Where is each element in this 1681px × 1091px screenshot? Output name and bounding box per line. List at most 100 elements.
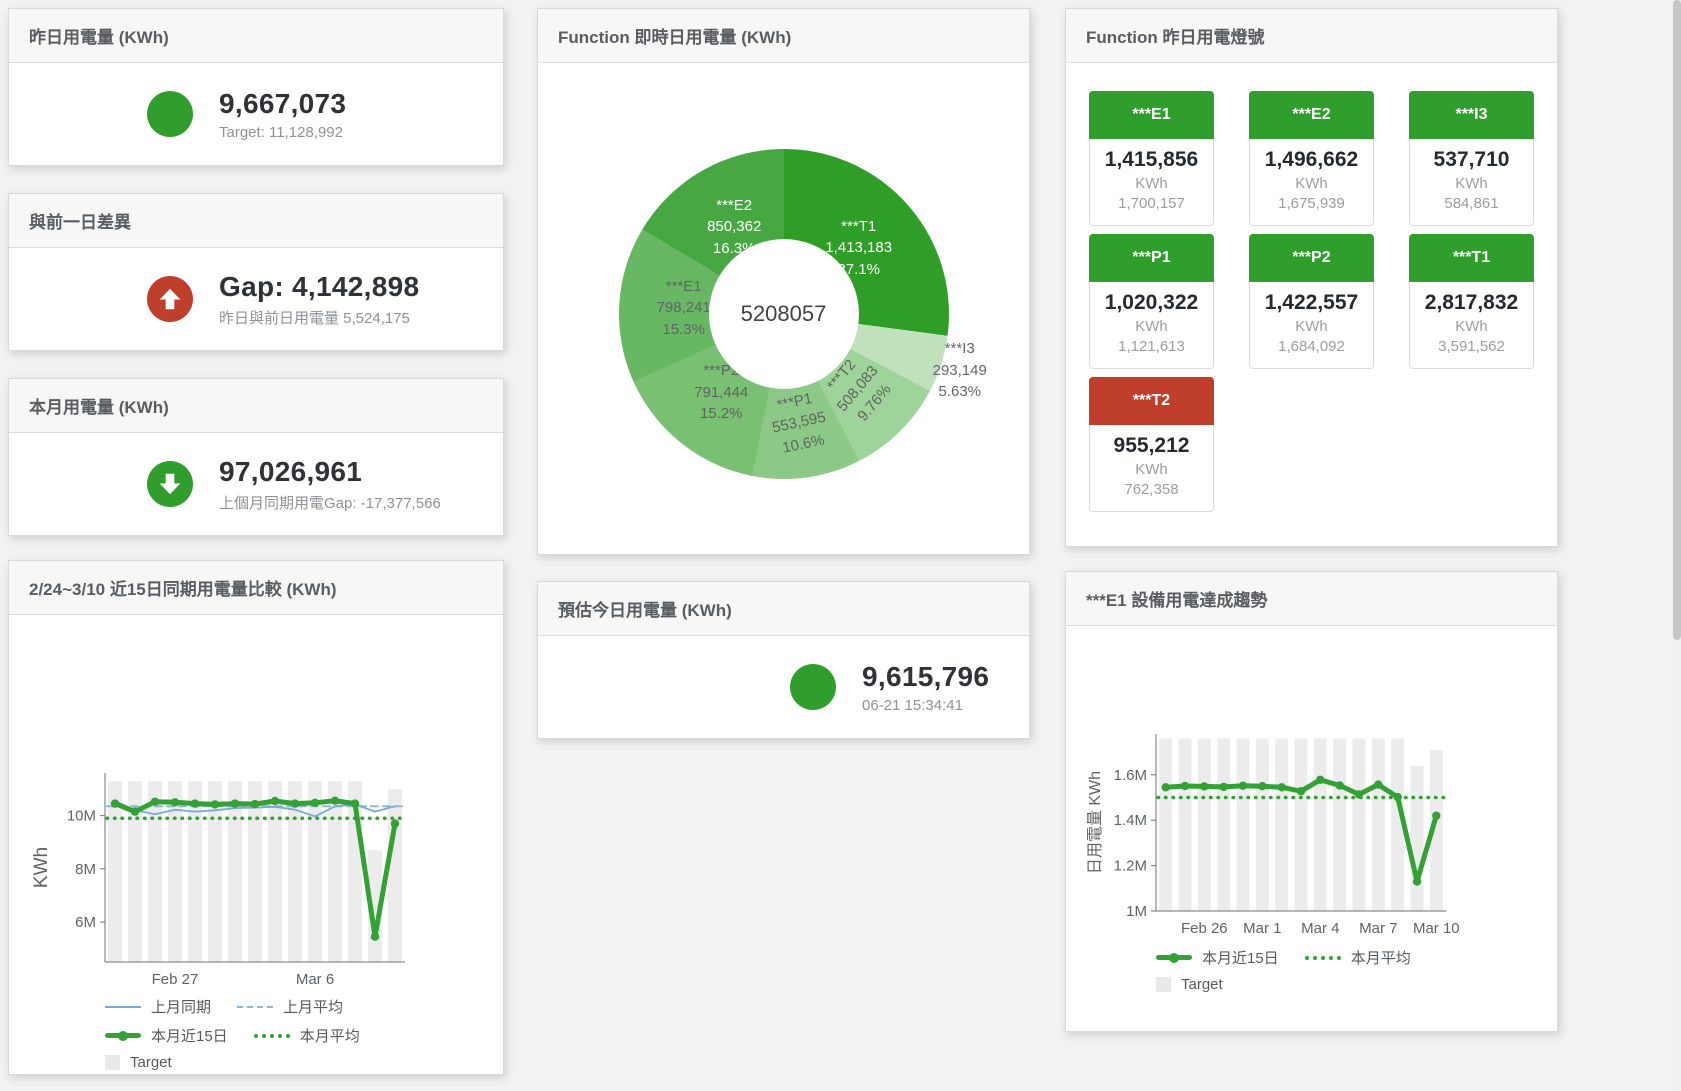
gap-value: Gap: 4,142,898 xyxy=(219,271,419,303)
arrow-down-icon xyxy=(147,461,193,507)
svg-text:Mar 7: Mar 7 xyxy=(1359,920,1397,937)
legend-item[interactable]: 上月同期 xyxy=(105,996,211,1017)
svg-text:Mar 1: Mar 1 xyxy=(1243,920,1281,937)
light-tile-body: 1,020,322KWh1,121,613 xyxy=(1089,282,1214,369)
legend-square-swatch-icon xyxy=(105,1055,120,1070)
estimate-stat: 9,615,796 06-21 15:34:41 xyxy=(538,636,1029,738)
panel-estimate-header[interactable]: 預估今日用電量 (KWh) xyxy=(538,582,1029,636)
lights-grid: ***E11,415,856KWh1,700,157 ***E21,496,662… xyxy=(1066,63,1557,512)
light-tile: ***I3537,710KWh584,861 xyxy=(1409,91,1534,226)
light-tile-header: ***P2 xyxy=(1249,234,1374,282)
panel-title: 本月用電量 (KWh) xyxy=(29,393,169,418)
e1-trend-chart-legend: 本月近15日 本月平均 Target xyxy=(1156,947,1557,993)
panel-title: Function 昨日用電燈號 xyxy=(1086,23,1264,48)
light-tile-header: ***E1 xyxy=(1089,91,1214,139)
light-tile: ***E21,496,662KWh1,675,939 xyxy=(1249,91,1374,226)
arrow-up-icon xyxy=(147,276,193,322)
dashboard: 昨日用電量 (KWh) 9,667,073 Target: 11,128,992… xyxy=(0,0,1681,1091)
svg-text:日用電量 KWh: 日用電量 KWh xyxy=(1087,771,1104,874)
light-tile-header: ***E2 xyxy=(1249,91,1374,139)
light-tile-body: 537,710KWh584,861 xyxy=(1409,139,1534,226)
svg-text:1.4M: 1.4M xyxy=(1114,812,1147,829)
compare-chart-svg: 6M8M10MFeb 27Mar 6KWh xyxy=(9,615,483,987)
scrollbar-track[interactable] xyxy=(1673,0,1681,1091)
light-tile-body: 1,496,662KWh1,675,939 xyxy=(1249,139,1374,226)
svg-text:1.6M: 1.6M xyxy=(1114,767,1147,784)
panel-title: 昨日用電量 (KWh) xyxy=(29,23,169,48)
svg-text:Feb 26: Feb 26 xyxy=(1181,920,1228,937)
panel-e1-trend-header[interactable]: ***E1 設備用電達成趨勢 xyxy=(1066,572,1557,626)
legend-dotted-swatch-icon xyxy=(1305,956,1341,960)
estimate-value: 9,615,796 xyxy=(862,661,989,693)
panel-prev-day-header[interactable]: 與前一日差異 xyxy=(9,194,503,248)
light-tile: ***P11,020,322KWh1,121,613 xyxy=(1089,234,1214,369)
e1-trend-chart-area: 1M1.2M1.4M1.6MFeb 26Mar 1Mar 4Mar 7Mar 1… xyxy=(1066,626,1557,993)
panel-title: 與前一日差異 xyxy=(29,208,131,233)
light-tile: ***E11,415,856KWh1,700,157 xyxy=(1089,91,1214,226)
stat-text: Gap: 4,142,898 昨日與前日用電量 5,524,175 xyxy=(219,271,419,328)
svg-text:6M: 6M xyxy=(75,914,96,931)
svg-text:8M: 8M xyxy=(75,861,96,878)
panel-donut-header[interactable]: Function 即時日用電量 (KWh) xyxy=(538,9,1029,63)
legend-item[interactable]: 本月平均 xyxy=(254,1025,360,1046)
panel-title: Function 即時日用電量 (KWh) xyxy=(558,23,791,48)
panel-yesterday-lights: Function 昨日用電燈號 ***E11,415,856KWh1,700,1… xyxy=(1065,8,1558,547)
compare-chart-area: 6M8M10MFeb 27Mar 6KWh 上月同期上月平均本月近15日本月平均… xyxy=(9,615,503,1071)
donut-center: 5208057 xyxy=(709,239,859,389)
panel-month-header[interactable]: 本月用電量 (KWh) xyxy=(9,379,503,433)
panel-lights-header[interactable]: Function 昨日用電燈號 xyxy=(1066,9,1557,63)
panel-title: 2/24~3/10 近15日同期用電量比較 (KWh) xyxy=(29,575,337,600)
svg-text:1M: 1M xyxy=(1126,903,1147,920)
light-tile-body: 955,212KWh762,358 xyxy=(1089,425,1214,512)
legend-dashed-swatch-icon xyxy=(237,1006,273,1008)
panel-compare-header[interactable]: 2/24~3/10 近15日同期用電量比較 (KWh) xyxy=(9,561,503,615)
gap-sub: 昨日與前日用電量 5,524,175 xyxy=(219,307,419,328)
svg-text:Mar 6: Mar 6 xyxy=(296,971,334,987)
light-tile-body: 2,817,832KWh3,591,562 xyxy=(1409,282,1534,369)
light-tile-body: 1,422,557KWh1,684,092 xyxy=(1249,282,1374,369)
panel-15day-compare: 2/24~3/10 近15日同期用電量比較 (KWh) 6M 8M 10M Feb 2… xyxy=(8,560,504,1075)
light-tile-header: ***P1 xyxy=(1089,234,1214,282)
legend-item[interactable]: 本月平均 xyxy=(1305,947,1411,968)
legend-item[interactable]: Target xyxy=(1156,976,1223,993)
panel-e1-trend: ***E1 設備用電達成趨勢 1M1.2M1.4M1.6MFeb 26Mar 1… xyxy=(1065,571,1558,1032)
legend-item[interactable]: 本月近15日 xyxy=(105,1025,228,1046)
month-value: 97,026,961 xyxy=(219,456,441,488)
panel-title: ***E1 設備用電達成趨勢 xyxy=(1086,586,1267,611)
svg-text:10M: 10M xyxy=(67,808,96,825)
donut-slice-label: ***E1798,24115.3% xyxy=(657,276,711,340)
panel-yesterday-header[interactable]: 昨日用電量 (KWh) xyxy=(9,9,503,63)
legend-thick-swatch-icon xyxy=(105,1033,141,1038)
legend-dotted-swatch-icon xyxy=(254,1034,290,1038)
month-stat: 97,026,961 上個月同期用電Gap: -17,377,566 xyxy=(9,433,503,535)
svg-text:Mar 10: Mar 10 xyxy=(1413,920,1460,937)
legend-item[interactable]: 本月近15日 xyxy=(1156,947,1279,968)
stat-text: 9,615,796 06-21 15:34:41 xyxy=(862,661,989,714)
donut-chart: ***T11,413,18327.1%***I3293,1495.63%***T… xyxy=(619,149,949,479)
status-circle-icon xyxy=(790,664,836,710)
legend-square-swatch-icon xyxy=(1156,977,1171,992)
legend-item[interactable]: 上月平均 xyxy=(237,996,343,1017)
panel-month-usage: 本月用電量 (KWh) 97,026,961 上個月同期用電Gap: -17,3… xyxy=(8,378,504,536)
svg-text:Feb 27: Feb 27 xyxy=(152,971,199,987)
light-tile-body: 1,415,856KWh1,700,157 xyxy=(1089,139,1214,226)
compare-chart-legend: 上月同期 上月平均本月近15日 本月平均 Target xyxy=(105,996,503,1071)
light-tile: ***T2955,212KWh762,358 xyxy=(1089,377,1214,512)
month-gap-sub: 上個月同期用電Gap: -17,377,566 xyxy=(219,492,441,513)
panel-prev-day-gap: 與前一日差異 Gap: 4,142,898 昨日與前日用電量 5,524,175 xyxy=(8,193,504,351)
light-tile-header: ***T1 xyxy=(1409,234,1534,282)
status-circle-icon xyxy=(147,91,193,137)
scrollbar-thumb[interactable] xyxy=(1673,0,1681,640)
light-tile-header: ***I3 xyxy=(1409,91,1534,139)
legend-item[interactable]: Target xyxy=(105,1054,172,1071)
panel-realtime-donut: Function 即時日用電量 (KWh) ***T11,413,18327.1… xyxy=(537,8,1030,555)
donut-slice-label: ***I3293,1495.63% xyxy=(933,338,987,402)
e1-trend-chart-svg: 1M1.2M1.4M1.6MFeb 26Mar 1Mar 4Mar 7Mar 1… xyxy=(1066,626,1526,938)
panel-estimate-today: 預估今日用電量 (KWh) 9,615,796 06-21 15:34:41 xyxy=(537,581,1030,739)
yesterday-value: 9,667,073 xyxy=(219,88,346,120)
stat-text: 97,026,961 上個月同期用電Gap: -17,377,566 xyxy=(219,456,441,513)
legend-thin-swatch-icon xyxy=(105,1006,141,1008)
yesterday-stat: 9,667,073 Target: 11,128,992 xyxy=(9,63,503,165)
light-tile: ***T12,817,832KWh3,591,562 xyxy=(1409,234,1534,369)
light-tile-header: ***T2 xyxy=(1089,377,1214,425)
